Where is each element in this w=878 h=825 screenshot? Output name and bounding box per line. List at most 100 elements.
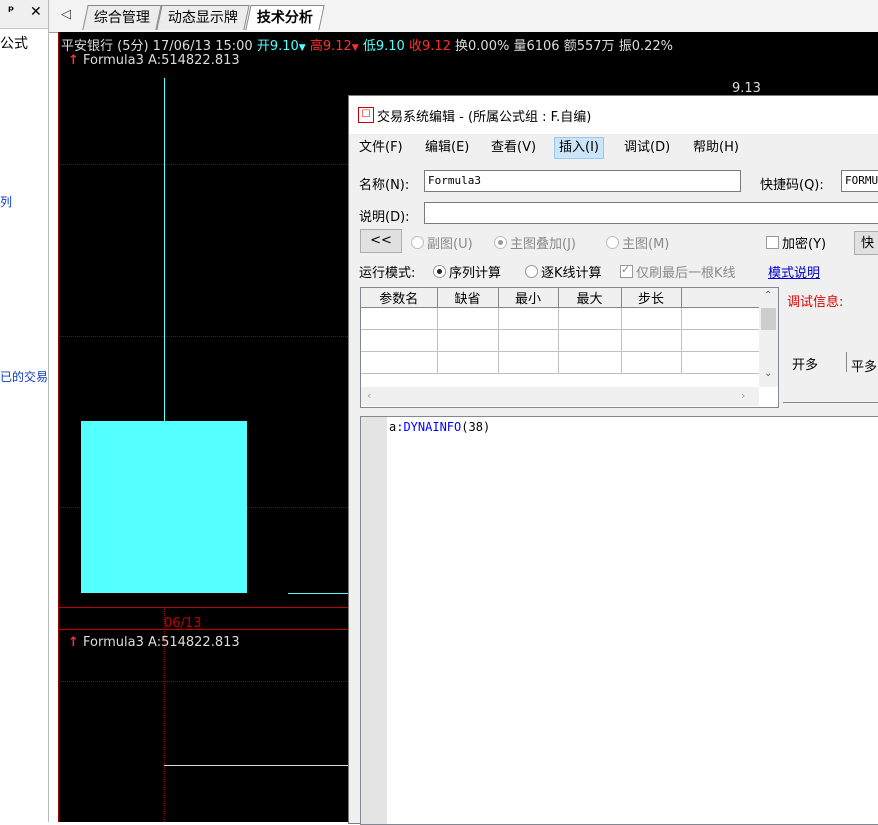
scroll-right-icon[interactable]: › (741, 389, 745, 402)
tab-dynamic-board[interactable]: 动态显示牌 (156, 5, 250, 30)
date-axis-label: 06/13 (164, 616, 202, 631)
radio-main-overlay-label: 主图叠加(J) (510, 237, 576, 252)
menu-debug[interactable]: 调试(D) (620, 137, 674, 159)
volume: 量6106 (513, 39, 560, 54)
scroll-thumb[interactable] (761, 308, 776, 330)
scroll-left-icon[interactable]: ‹ (367, 389, 371, 402)
param-col-default[interactable]: 缺省 (437, 288, 499, 308)
params-vscrollbar[interactable]: ⌃ ⌄ (759, 288, 778, 387)
param-col-empty (681, 288, 759, 308)
code-line[interactable]: a:DYNAINFO(38) (389, 420, 490, 434)
sub-formula-name: Formula3 (83, 635, 144, 650)
arrow-down-icon: ▼ (298, 43, 306, 53)
menu-insert[interactable]: 插入(I) (554, 137, 604, 159)
name-label: 名称(N): (359, 178, 410, 193)
menu-help[interactable]: 帮助(H) (689, 137, 743, 159)
dialog-menubar: 文件(F) 编辑(E) 查看(V) 插入(I) 调试(D) 帮助(H) (355, 137, 875, 159)
signal-tabs: 开多 平多 (783, 348, 878, 404)
close-icon[interactable]: ✕ (30, 4, 42, 20)
left-formula-panel: ᵖ ✕ 公式 列 已的交易 (0, 0, 49, 822)
candle-body[interactable] (81, 421, 247, 593)
scroll-up-icon[interactable]: ⌃ (764, 290, 772, 301)
mode-help-link[interactable]: 模式说明 (768, 262, 820, 281)
main-formula-line: ↑ Formula3 A:514822.813 (68, 53, 240, 68)
description-input[interactable] (424, 202, 878, 224)
radio-subchart-label: 副图(U) (427, 237, 473, 252)
indicator-line (288, 593, 348, 594)
pin-icon[interactable]: ᵖ (8, 4, 14, 19)
candle-wick (164, 78, 165, 422)
radio-main-chart-label: 主图(M) (622, 237, 670, 252)
tab-bar: ◁ 综合管理 动态显示牌 技术分析 (49, 0, 878, 33)
encrypt-checkbox[interactable]: 加密(Y) (766, 233, 826, 252)
menu-edit[interactable]: 编辑(E) (421, 137, 473, 159)
table-row[interactable] (361, 329, 759, 352)
tab-close-long[interactable]: 平多 (851, 356, 877, 375)
params-hscrollbar[interactable]: ‹ › (361, 387, 759, 406)
low-price: 低9.10 (362, 39, 405, 54)
menu-file[interactable]: 文件(F) (355, 137, 407, 159)
radio-main-chart[interactable]: 主图(M) (606, 233, 669, 252)
amount: 额557万 (563, 39, 615, 54)
scroll-down-icon[interactable]: ⌄ (764, 368, 772, 379)
radio-icon (606, 236, 619, 249)
refresh-last-checkbox[interactable]: 仅刷最后一根K线 (620, 262, 736, 281)
tab-open-long[interactable]: 开多 (792, 354, 818, 373)
param-col-min[interactable]: 最小 (498, 288, 559, 308)
encrypt-label: 加密(Y) (782, 237, 827, 252)
code-editor[interactable]: a:DYNAINFO(38) (360, 416, 878, 825)
dialog-titlebar[interactable]: ☐ 交易系统编辑 - (所属公式组 : F.自编) (349, 96, 878, 134)
refresh-last-label: 仅刷最后一根K线 (636, 266, 736, 281)
code-function: :DYNAINFO (396, 420, 462, 434)
left-panel-item[interactable]: 列 (0, 193, 12, 210)
grid-line (58, 336, 348, 337)
left-panel-header: ᵖ ✕ (0, 0, 48, 29)
pane-separator (58, 629, 348, 630)
checkbox-icon (620, 263, 633, 278)
radio-main-overlay[interactable]: 主图叠加(J) (494, 233, 576, 252)
mode-sequence-radio[interactable]: 序列计算 (433, 262, 501, 281)
tab-comprehensive[interactable]: 综合管理 (82, 5, 162, 30)
left-panel-item[interactable]: 已的交易 (0, 368, 48, 385)
grid-line (58, 164, 348, 165)
chart-left-border (58, 32, 59, 822)
params-table[interactable]: 参数名 缺省 最小 最大 步长 ⌃ ⌄ ‹ › (360, 287, 779, 408)
sub-formula-value: A:514822.813 (148, 635, 240, 650)
table-row[interactable] (361, 307, 759, 330)
quick-button[interactable]: 快 (854, 231, 878, 255)
left-panel-title: 公式 (0, 36, 28, 52)
close-price: 收9.12 (408, 39, 451, 54)
table-row[interactable] (361, 351, 759, 374)
arrow-up-icon: ↑ (68, 635, 79, 650)
mode-sequence-label: 序列计算 (449, 266, 502, 281)
tab-divider (846, 352, 847, 372)
code-args: (38) (461, 420, 491, 434)
radio-subchart[interactable]: 副图(U) (411, 233, 473, 252)
main-formula-value: A:514822.813 (148, 53, 240, 68)
main-formula-name: Formula3 (83, 53, 144, 68)
turnover: 换0.00% (455, 39, 510, 54)
run-mode-label: 运行模式: (359, 266, 416, 281)
menu-view[interactable]: 查看(V) (487, 137, 540, 159)
arrow-up-icon: ↑ (68, 53, 79, 68)
radio-icon (494, 236, 507, 249)
tab-nav-left-icon[interactable]: ◁ (61, 7, 71, 22)
name-input[interactable]: Formula3 (424, 170, 741, 192)
param-col-step[interactable]: 步长 (621, 288, 682, 308)
sub-formula-line: ↑ Formula3 A:514822.813 (68, 635, 240, 650)
param-col-max[interactable]: 最大 (558, 288, 622, 308)
mode-tick-label: 逐K线计算 (541, 266, 602, 281)
quote-info-line: 平安银行 (5分) 17/06/13 15:00 开9.10▼ 高9.12▼ 低… (61, 35, 673, 54)
param-col-name[interactable]: 参数名 (361, 288, 438, 308)
shortcut-input[interactable]: FORMU (841, 170, 878, 192)
shortcut-label: 快捷码(Q): (760, 178, 824, 193)
tab-technical-analysis[interactable]: 技术分析 (245, 5, 325, 30)
trading-system-editor-dialog: ☐ 交易系统编辑 - (所属公式组 : F.自编) 文件(F) 编辑(E) 查看… (348, 95, 878, 825)
app-icon: ☐ (358, 107, 374, 123)
dialog-title: 交易系统编辑 - (所属公式组 : F.自编) (377, 110, 592, 125)
checkbox-icon (766, 236, 779, 249)
collapse-button[interactable]: << (360, 229, 402, 253)
tab-underline (783, 402, 878, 403)
radio-icon (411, 236, 424, 249)
mode-tick-radio[interactable]: 逐K线计算 (525, 262, 602, 281)
